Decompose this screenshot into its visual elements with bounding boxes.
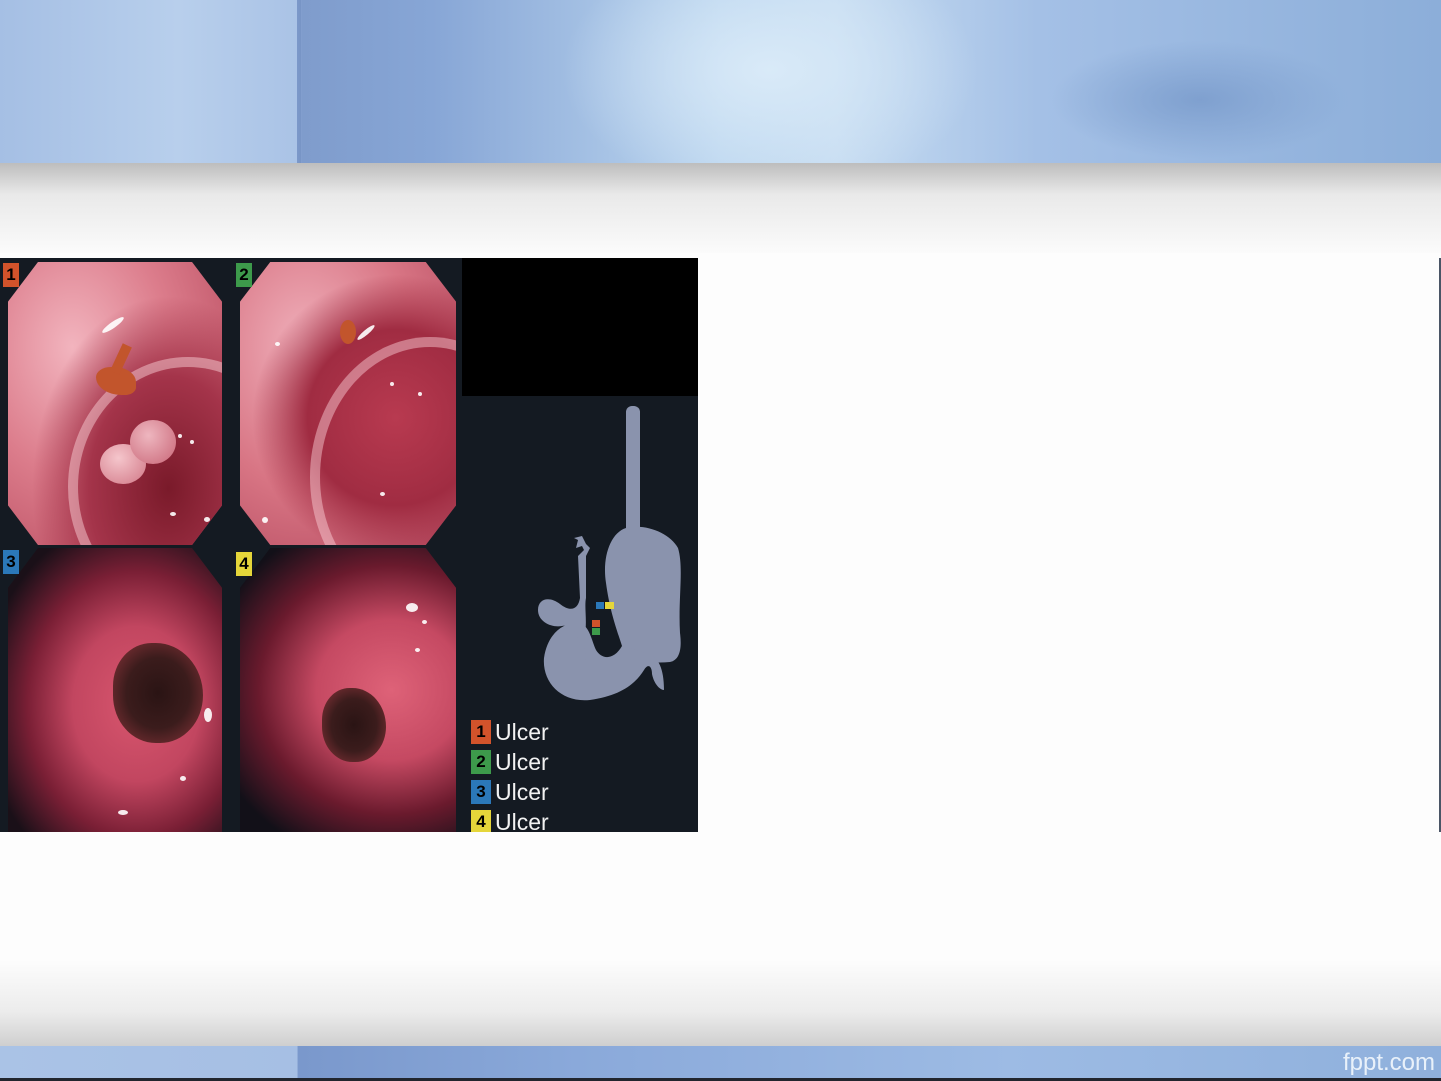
legend-swatch-3: 3 bbox=[471, 780, 491, 804]
legend-label-4: Ulcer bbox=[495, 809, 549, 832]
legend-label-2: Ulcer bbox=[495, 749, 549, 775]
footer-banner: fppt.com bbox=[0, 1046, 1441, 1081]
legend-swatch-4: 4 bbox=[471, 810, 491, 832]
polyp bbox=[130, 420, 176, 464]
light-reflection bbox=[118, 810, 128, 815]
light-reflection bbox=[262, 517, 268, 523]
figure-blank-area bbox=[462, 258, 698, 396]
header-shadow bbox=[0, 163, 1441, 253]
light-reflection bbox=[390, 382, 394, 386]
header-banner bbox=[0, 0, 1441, 163]
mucosal-fold bbox=[310, 337, 456, 545]
light-reflection bbox=[415, 648, 420, 652]
panel-number-2: 2 bbox=[236, 263, 252, 287]
header-glow bbox=[1050, 40, 1350, 160]
bleeding-spot bbox=[340, 320, 356, 344]
light-reflection bbox=[204, 708, 212, 722]
light-reflection bbox=[406, 603, 418, 612]
header-divider bbox=[297, 0, 301, 163]
light-reflection bbox=[100, 315, 126, 335]
light-reflection bbox=[190, 440, 194, 444]
light-reflection bbox=[170, 512, 176, 516]
stomach-shape bbox=[604, 526, 681, 663]
legend-swatch-1: 1 bbox=[471, 720, 491, 744]
location-marker-1 bbox=[592, 620, 600, 627]
stomach-diagram-icon bbox=[538, 406, 681, 701]
header-left-panel bbox=[0, 0, 297, 163]
endoscopy-image-4 bbox=[240, 548, 456, 832]
footer-shadow bbox=[0, 960, 1441, 1046]
light-reflection bbox=[178, 434, 182, 438]
endoscopy-image-1 bbox=[8, 262, 222, 545]
light-reflection bbox=[380, 492, 385, 496]
legend-label-3: Ulcer bbox=[495, 779, 549, 805]
location-marker-2 bbox=[592, 628, 600, 635]
endoscopy-image-2 bbox=[240, 262, 456, 545]
brand-watermark: fppt.com bbox=[1342, 1049, 1435, 1076]
legend-label-1: Ulcer bbox=[495, 719, 549, 745]
endoscopy-image-3 bbox=[8, 548, 222, 832]
light-reflection bbox=[275, 342, 280, 346]
header-glow bbox=[560, 0, 980, 163]
light-reflection bbox=[355, 323, 377, 342]
light-reflection bbox=[422, 620, 427, 624]
ulcer-crater bbox=[322, 688, 386, 762]
location-marker-3 bbox=[596, 602, 604, 609]
light-reflection bbox=[418, 392, 422, 396]
panel-number-3: 3 bbox=[3, 550, 19, 574]
ulcer-crater bbox=[113, 643, 203, 743]
endoscopy-figure: 1 2 3 4 1 Ulcer 2 Ulcer 3 Ulcer 4 Ulcer bbox=[0, 258, 698, 832]
location-marker-4 bbox=[605, 602, 614, 609]
light-reflection bbox=[180, 776, 186, 781]
panel-number-1: 1 bbox=[3, 263, 19, 287]
panel-number-4: 4 bbox=[236, 552, 252, 576]
esophagus-shape bbox=[626, 406, 640, 536]
legend-swatch-2: 2 bbox=[471, 750, 491, 774]
light-reflection bbox=[204, 517, 210, 522]
